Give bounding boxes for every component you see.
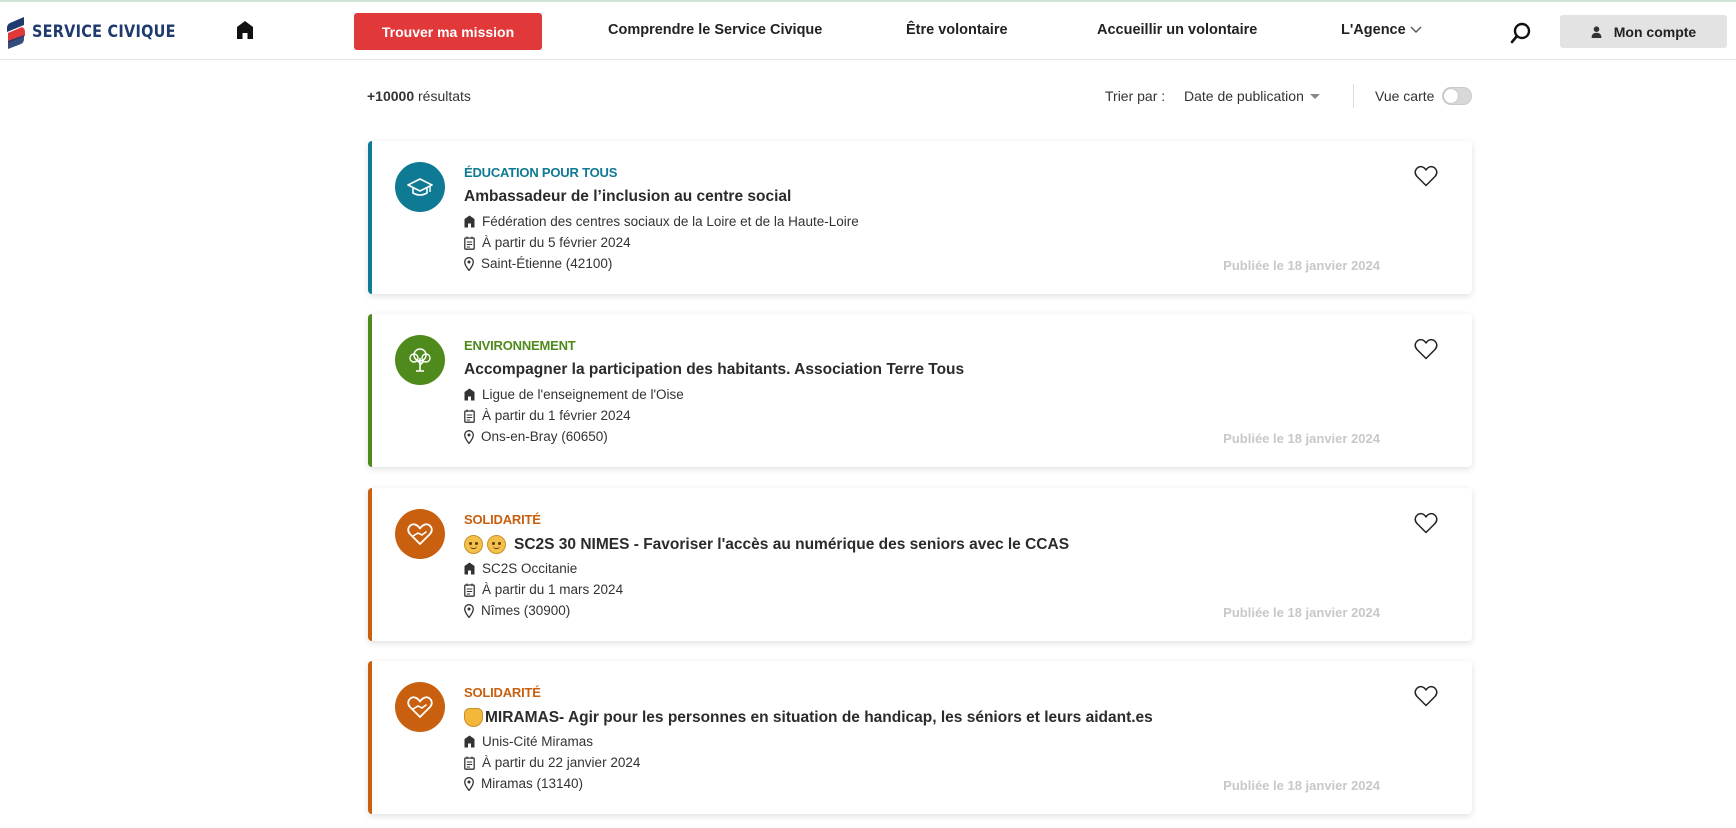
graduation-cap-icon	[395, 162, 445, 212]
mission-location: Nîmes (30900)	[464, 603, 570, 618]
results-number: +10000	[367, 88, 415, 104]
mission-start-date: À partir du 5 février 2024	[464, 235, 631, 250]
calendar-icon	[464, 409, 475, 423]
older-man-emoji	[464, 535, 483, 554]
calendar-icon	[464, 583, 475, 597]
mission-card[interactable]: ENVIRONNEMENT Accompagner la participati…	[368, 314, 1472, 467]
find-mission-button[interactable]: Trouver ma mission	[354, 13, 542, 50]
mission-organization: SC2S Occitanie	[464, 561, 577, 576]
organization-text: Ligue de l'enseignement de l'Oise	[482, 387, 684, 402]
home-icon	[237, 21, 253, 39]
site-header: SERVICE CIVIQUE Trouver ma mission Compr…	[0, 2, 1736, 60]
heart-icon[interactable]	[1414, 685, 1438, 707]
results-suffix: résultats	[414, 88, 471, 104]
map-view-label: Vue carte	[1375, 88, 1435, 104]
organization-text: SC2S Occitanie	[482, 561, 578, 576]
toggle-knob	[1444, 89, 1458, 103]
building-icon	[464, 215, 475, 228]
published-date: Publiée le 18 janvier 2024	[1223, 778, 1380, 793]
location-text: Miramas (13140)	[481, 776, 584, 791]
heart-hand-icon	[395, 682, 445, 732]
logo-mark-icon	[7, 17, 25, 49]
caret-down-icon	[1309, 93, 1320, 99]
mission-title[interactable]: MIRAMAS- Agir pour les personnes en situ…	[464, 708, 1153, 727]
service-civique-logo[interactable]: SERVICE CIVIQUE	[6, 14, 201, 50]
home-button[interactable]	[236, 20, 256, 42]
mission-organization: Fédération des centres sociaux de la Loi…	[464, 214, 859, 229]
tree-icon	[395, 335, 445, 385]
mission-title[interactable]: Ambassadeur de l’inclusion au centre soc…	[464, 188, 791, 206]
location-pin-icon	[464, 429, 474, 444]
location-text: Nîmes (30900)	[481, 603, 571, 618]
mission-category: ÉDUCATION POUR TOUS	[464, 165, 618, 180]
mission-category: SOLIDARITÉ	[464, 512, 541, 527]
calendar-icon	[464, 756, 475, 770]
mission-card[interactable]: SOLIDARITÉ SC2S 30 NIMES - Favoriser l'a…	[368, 488, 1472, 641]
mission-category: SOLIDARITÉ	[464, 685, 541, 700]
heart-hand-icon	[395, 509, 445, 559]
sort-value: Date de publication	[1184, 88, 1304, 104]
mission-location: Saint-Étienne (42100)	[464, 256, 612, 271]
mission-card[interactable]: SOLIDARITÉ MIRAMAS- Agir pour les person…	[368, 661, 1472, 814]
mission-start-date: À partir du 1 février 2024	[464, 408, 631, 423]
mission-location: Ons-en-Bray (60650)	[464, 429, 608, 444]
heart-icon[interactable]	[1414, 165, 1438, 187]
user-icon	[1591, 25, 1602, 38]
location-text: Ons-en-Bray (60650)	[481, 429, 608, 444]
location-pin-icon	[464, 256, 474, 271]
mission-location: Miramas (13140)	[464, 776, 583, 791]
mission-title-text: SC2S 30 NIMES - Favoriser l'accès au num…	[514, 535, 1070, 553]
published-date: Publiée le 18 janvier 2024	[1223, 605, 1380, 620]
location-text: Saint-Étienne (42100)	[481, 256, 613, 271]
search-icon	[1510, 22, 1531, 44]
account-label: Mon compte	[1613, 23, 1697, 40]
building-icon	[464, 388, 475, 401]
mission-title-text: MIRAMAS- Agir pour les personnes en situ…	[485, 708, 1153, 726]
nav-comprendre[interactable]: Comprendre le Service Civique	[608, 22, 822, 38]
mission-title-text: Accompagner la participation des habitan…	[464, 361, 965, 378]
heart-icon[interactable]	[1414, 338, 1438, 360]
mission-start-date: À partir du 22 janvier 2024	[464, 755, 640, 770]
mission-category: ENVIRONNEMENT	[464, 338, 576, 353]
mission-card[interactable]: ÉDUCATION POUR TOUS Ambassadeur de l’inc…	[368, 141, 1472, 294]
published-date: Publiée le 18 janvier 2024	[1223, 431, 1380, 446]
logo-text: SERVICE CIVIQUE	[32, 22, 176, 42]
account-button[interactable]: Mon compte	[1560, 15, 1727, 48]
map-view-toggle[interactable]	[1442, 87, 1472, 105]
building-icon	[464, 562, 475, 575]
nav-agence[interactable]: L'Agence	[1341, 22, 1406, 38]
heart-icon[interactable]	[1414, 512, 1438, 534]
mission-title-text: Ambassadeur de l’inclusion au centre soc…	[464, 188, 792, 205]
nav-etre-volontaire[interactable]: Être volontaire	[906, 22, 1008, 38]
mission-organization: Ligue de l'enseignement de l'Oise	[464, 387, 684, 402]
start-date-text: À partir du 1 février 2024	[482, 408, 631, 423]
sort-select[interactable]: Date de publication	[1184, 88, 1320, 104]
building-icon	[464, 735, 475, 748]
mission-start-date: À partir du 1 mars 2024	[464, 582, 623, 597]
handshake-emoji	[464, 708, 483, 727]
location-pin-icon	[464, 603, 474, 618]
results-count: +10000 résultats	[367, 88, 471, 104]
chevron-down-icon[interactable]	[1410, 26, 1422, 34]
mission-organization: Unis-Cité Miramas	[464, 734, 593, 749]
calendar-icon	[464, 236, 475, 250]
start-date-text: À partir du 1 mars 2024	[482, 582, 624, 597]
mission-title[interactable]: SC2S 30 NIMES - Favoriser l'accès au num…	[464, 535, 1069, 554]
start-date-text: À partir du 22 janvier 2024	[482, 755, 641, 770]
organization-text: Fédération des centres sociaux de la Loi…	[482, 214, 859, 229]
organization-text: Unis-Cité Miramas	[482, 734, 594, 749]
start-date-text: À partir du 5 février 2024	[482, 235, 631, 250]
sort-label: Trier par :	[1105, 88, 1166, 104]
search-button[interactable]	[1510, 22, 1532, 44]
mission-title[interactable]: Accompagner la participation des habitan…	[464, 361, 964, 379]
older-woman-emoji	[487, 535, 506, 554]
location-pin-icon	[464, 776, 474, 791]
published-date: Publiée le 18 janvier 2024	[1223, 258, 1380, 273]
nav-accueillir[interactable]: Accueillir un volontaire	[1097, 22, 1257, 38]
toolbar-divider	[1353, 84, 1354, 108]
